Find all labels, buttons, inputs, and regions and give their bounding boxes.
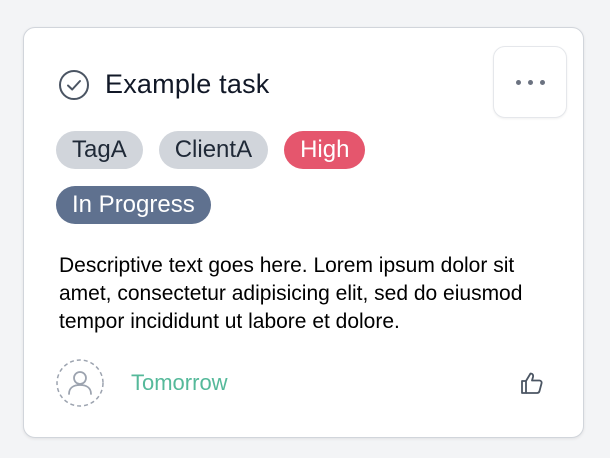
priority-badge[interactable]: High [284,131,366,169]
status-badge[interactable]: In Progress [56,186,211,224]
due-date[interactable]: Tomorrow [131,368,228,398]
user-placeholder-icon[interactable] [55,358,105,408]
more-horizontal-icon [515,79,545,85]
check-circle-icon[interactable] [58,69,90,101]
task-title: Example task [105,69,270,99]
task-description: Descriptive text goes here. Lorem ipsum … [59,254,523,333]
more-options-button[interactable] [493,46,567,118]
tag-list: TagA ClientA High [56,131,366,169]
status-row: In Progress [56,186,211,224]
task-card: Example task TagA ClientA High In Progre… [23,27,584,438]
thumbs-up-icon[interactable] [518,369,546,397]
tag-chip[interactable]: TagA [56,131,143,169]
tag-chip[interactable]: ClientA [158,131,269,169]
